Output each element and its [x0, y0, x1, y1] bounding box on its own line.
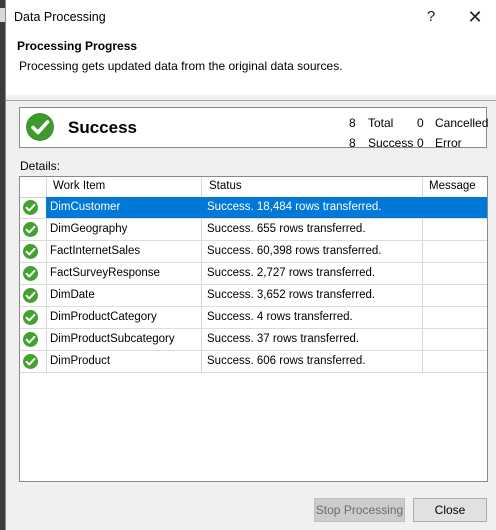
page-title: Processing Progress — [17, 39, 138, 53]
status-cell: Success. 37 rows transferred. — [207, 333, 360, 345]
help-icon[interactable]: ? — [418, 6, 444, 28]
status-cell: Success. 606 rows transferred. — [207, 355, 366, 367]
status-cell: Success. 18,484 rows transferred. — [207, 201, 382, 213]
success-check-icon — [23, 332, 38, 347]
close-icon[interactable]: ✕ — [462, 6, 488, 28]
details-grid[interactable]: Work Item Status Message DimCustomer Suc… — [19, 176, 488, 482]
table-row[interactable]: DimGeography Success. 655 rows transferr… — [20, 219, 487, 241]
header-divider — [6, 100, 496, 101]
details-label: Details: — [20, 159, 61, 173]
work-item-cell: DimDate — [50, 289, 95, 301]
work-item-cell: DimProduct — [50, 355, 111, 367]
status-cell: Success. 655 rows transferred. — [207, 223, 366, 235]
success-check-icon — [23, 244, 38, 259]
total-label: Total — [368, 116, 394, 130]
success-check-icon — [23, 222, 38, 237]
cancelled-label: Cancelled — [435, 116, 489, 130]
page-subtitle: Processing gets updated data from the or… — [19, 59, 343, 73]
grid-header: Work Item Status Message — [20, 177, 487, 198]
error-count: 0 — [417, 136, 424, 150]
stop-processing-button[interactable]: Stop Processing — [314, 498, 405, 522]
window-title: Data Processing — [14, 10, 106, 24]
table-row[interactable]: DimCustomer Success. 18,484 rows transfe… — [20, 197, 487, 219]
success-check-icon — [23, 310, 38, 325]
table-row[interactable]: DimProduct Success. 606 rows transferred… — [20, 351, 487, 373]
work-item-cell: FactInternetSales — [50, 245, 141, 257]
success-check-icon — [23, 200, 38, 215]
work-item-cell: DimGeography — [50, 223, 128, 235]
column-header-status[interactable]: Status — [209, 180, 242, 192]
work-item-cell: DimCustomer — [50, 201, 121, 213]
table-row[interactable]: FactInternetSales Success. 60,398 rows t… — [20, 241, 487, 263]
success-check-icon — [23, 288, 38, 303]
table-row[interactable]: DimProductSubcategory Success. 37 rows t… — [20, 329, 487, 351]
error-label: Error — [435, 136, 462, 150]
column-header-message[interactable]: Message — [429, 180, 476, 192]
status-cell: Success. 4 rows transferred. — [207, 311, 353, 323]
table-row[interactable]: FactSurveyResponse Success. 2,727 rows t… — [20, 263, 487, 285]
success-label: Success — [368, 136, 414, 150]
header-panel: Processing Progress Processing gets upda… — [6, 33, 496, 95]
close-button[interactable]: Close — [413, 498, 487, 522]
summary-panel: Success 8 Total 0 Cancelled 8 Success 0 … — [19, 107, 489, 150]
work-item-cell: FactSurveyResponse — [50, 267, 160, 279]
column-header-work-item[interactable]: Work Item — [53, 180, 105, 192]
table-row[interactable]: DimProductCategory Success. 4 rows trans… — [20, 307, 487, 329]
status-cell: Success. 60,398 rows transferred. — [207, 245, 382, 257]
work-item-cell: DimProductCategory — [50, 311, 157, 323]
success-check-icon — [23, 354, 38, 369]
status-cell: Success. 3,652 rows transferred. — [207, 289, 376, 301]
success-count: 8 — [349, 136, 356, 150]
table-row[interactable]: DimDate Success. 3,652 rows transferred. — [20, 285, 487, 307]
status-cell: Success. 2,727 rows transferred. — [207, 267, 376, 279]
title-bar: Data Processing ? ✕ — [6, 0, 496, 33]
success-check-icon — [23, 266, 38, 281]
data-processing-dialog: Data Processing ? ✕ Processing Progress … — [5, 0, 496, 530]
success-check-icon — [26, 113, 54, 141]
cancelled-count: 0 — [417, 116, 424, 130]
total-count: 8 — [349, 116, 356, 130]
work-item-cell: DimProductSubcategory — [50, 333, 175, 345]
status-label: Success — [68, 118, 137, 137]
